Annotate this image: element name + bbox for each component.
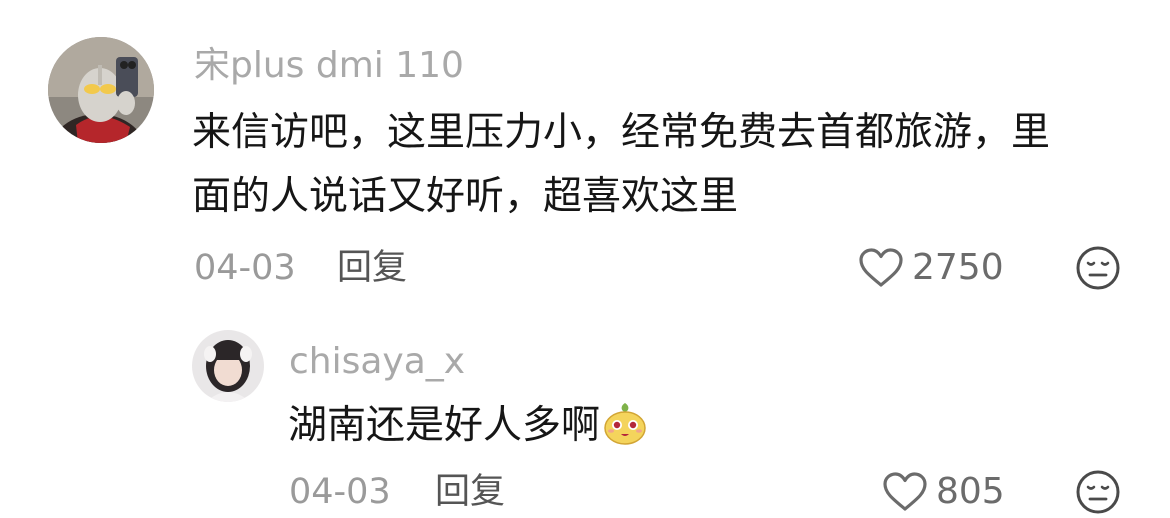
reply-dislike-button[interactable] [1075,469,1121,515]
reply-like-button[interactable]: 805 [881,470,1005,514]
reply-text-body: 湖南还是好人多啊 [288,403,601,448]
dislike-button[interactable] [1075,245,1121,291]
reply-button[interactable]: 回复 [337,246,407,290]
comment-date: 04-03 [194,248,296,288]
like-count: 2750 [912,247,1004,288]
like-button[interactable]: 2750 [857,246,1004,290]
meh-face-icon [1076,246,1120,290]
girl-avatar-icon [192,330,264,402]
heart-icon [883,472,927,511]
comment-text-line-2: 面的人说话又好听，超喜欢这里 [192,174,739,219]
heart-icon [859,248,903,287]
ultraman-avatar-icon [48,37,154,143]
reply-date: 04-03 [289,472,391,512]
reply-avatar[interactable] [192,330,264,402]
comment-text-line-1: 来信访吧，这里压力小，经常免费去首都旅游，里 [192,110,1051,155]
smiling-bun-emoji-icon [602,400,648,459]
avatar[interactable] [48,37,154,143]
meh-face-icon [1076,470,1120,514]
reply-reply-button[interactable]: 回复 [435,470,505,514]
reply-like-count: 805 [936,471,1005,512]
comment-username[interactable]: 宋plus dmi 110 [194,44,464,88]
reply-text: 湖南还是好人多啊 [288,400,648,459]
reply-username[interactable]: chisaya_x [289,340,465,384]
